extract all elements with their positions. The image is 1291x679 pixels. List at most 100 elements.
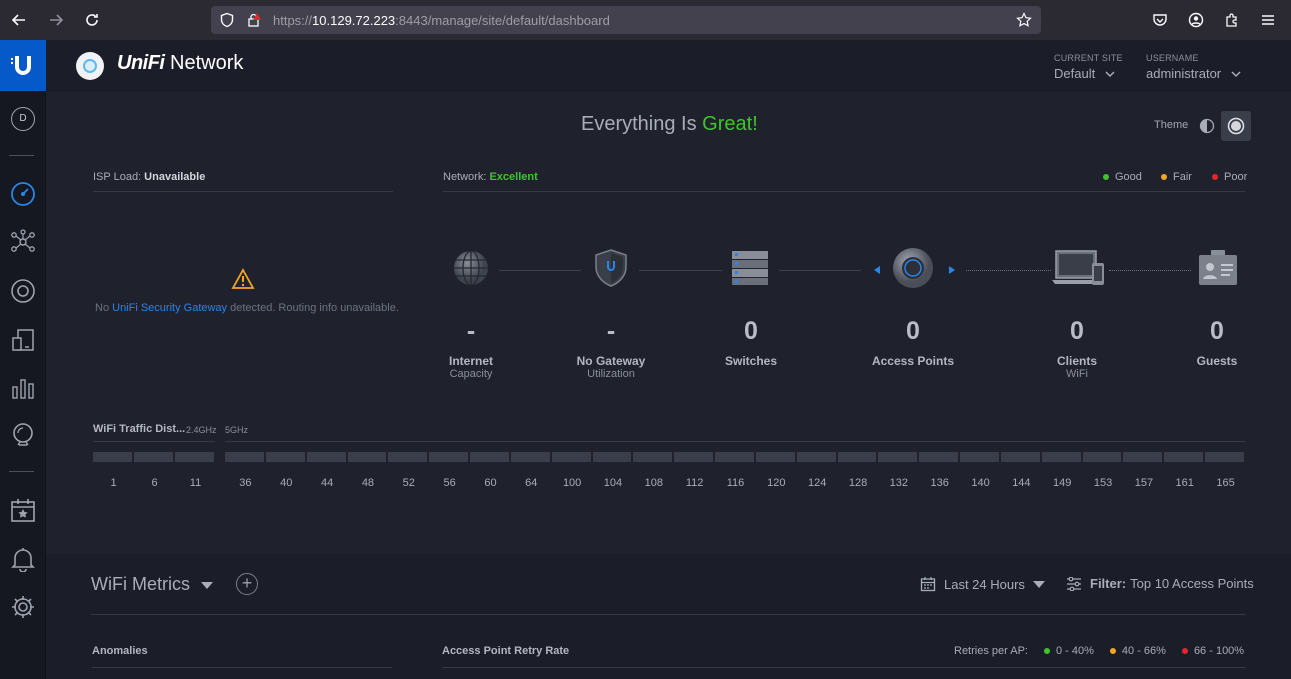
add-metric-button[interactable]: + <box>236 573 258 595</box>
ubiquiti-logo[interactable] <box>0 40 46 91</box>
account-button[interactable] <box>1186 10 1206 30</box>
green-dot-icon <box>1043 648 1050 654</box>
nav-divider <box>9 471 34 472</box>
guests-count: 0 <box>1210 317 1224 345</box>
network-status-label: Network: Excellent <box>443 171 538 183</box>
theme-dark-button[interactable] <box>1221 111 1251 141</box>
nav-clients[interactable] <box>8 325 38 355</box>
address-bar[interactable]: https://10.129.72.223:8443/manage/site/d… <box>211 6 1041 34</box>
nav-statistics[interactable] <box>8 373 38 403</box>
current-site-value: Default <box>1054 66 1096 81</box>
clients-count: 0 <box>1070 317 1084 345</box>
arrow-left-icon <box>874 266 880 274</box>
pocket-icon <box>1153 14 1167 26</box>
channel-bar <box>1205 452 1244 462</box>
filter-selector[interactable]: Filter: Top 10 Access Points <box>1066 576 1254 591</box>
nav-topology[interactable] <box>8 227 38 257</box>
menu-button[interactable] <box>1258 10 1278 30</box>
extensions-button[interactable] <box>1222 10 1242 30</box>
channel-bar <box>175 452 214 462</box>
channel-label: 124 <box>807 477 827 489</box>
nav-settings[interactable] <box>8 592 38 622</box>
topology-icon <box>11 229 35 252</box>
forward-button[interactable] <box>46 10 66 30</box>
channel-label: 136 <box>930 477 949 489</box>
dashboard-gauge-icon <box>11 182 35 206</box>
channel-bar <box>225 452 264 462</box>
gateway-count: - <box>606 317 616 345</box>
channel-bar <box>347 452 387 462</box>
guest-badge-icon[interactable] <box>1196 246 1240 290</box>
red-dot-icon <box>1212 174 1218 180</box>
nav-events[interactable] <box>8 495 38 525</box>
divider <box>91 614 1246 615</box>
lock-warning-icon[interactable] <box>246 12 262 28</box>
channel-bar <box>1000 452 1040 462</box>
time-range-selector[interactable]: Last 24 Hours <box>920 576 1045 592</box>
plus-icon: + <box>241 573 253 593</box>
current-site-selector[interactable]: Default <box>1054 66 1115 81</box>
laptop-phone-icon[interactable] <box>1051 246 1107 290</box>
channel-bar <box>429 452 469 462</box>
channel-bar <box>93 452 132 462</box>
switch-stack-icon[interactable] <box>728 246 772 290</box>
calendar-star-icon <box>11 499 35 522</box>
channel-bar <box>306 452 346 462</box>
warning-icon <box>231 268 255 289</box>
channel-bar <box>1082 452 1122 462</box>
nav-alerts[interactable] <box>8 544 38 574</box>
chevron-down-icon <box>1231 71 1241 78</box>
divider <box>92 667 392 668</box>
gateway-shield-icon[interactable] <box>589 246 633 290</box>
channel-label: 132 <box>889 477 909 489</box>
arrow-left-icon <box>11 14 25 26</box>
pocket-button[interactable] <box>1150 10 1170 30</box>
usg-link[interactable]: UniFi Security Gateway <box>112 302 227 314</box>
nav-devices[interactable] <box>8 276 38 306</box>
orange-dot-icon <box>1161 174 1167 180</box>
channel-bar <box>919 452 959 462</box>
arrow-right-icon <box>949 266 955 274</box>
wifi-metrics-title: WiFi Metrics <box>91 574 190 594</box>
channel-bar <box>674 452 714 462</box>
wifi-metrics-dropdown[interactable]: WiFi Metrics <box>91 574 213 595</box>
reload-button[interactable] <box>82 10 102 30</box>
isp-unavailable-message: No UniFi Security Gateway detected. Rout… <box>95 302 399 314</box>
site-switch-button[interactable]: D <box>8 104 38 134</box>
wireless-link-line <box>966 270 1051 271</box>
user-menu[interactable]: administrator <box>1146 66 1241 81</box>
channel-bar <box>633 452 673 462</box>
ubiquiti-u-icon <box>11 55 31 75</box>
link-line <box>499 270 581 271</box>
retry-legend: Retries per AP: 0 - 40% 40 - 66% 66 - 10… <box>954 645 1244 657</box>
channel-label: 56 <box>443 477 456 489</box>
nav-dashboard[interactable] <box>8 179 38 209</box>
current-site-label: CURRENT SITE <box>1054 53 1123 63</box>
back-button[interactable] <box>9 10 29 30</box>
internet-count: - <box>466 317 476 345</box>
shield-icon[interactable] <box>219 12 235 28</box>
theme-auto-button[interactable] <box>1197 116 1217 136</box>
retries-label: Retries per AP: <box>954 645 1028 657</box>
retry-legend-low: 0 - 40% <box>1055 645 1094 657</box>
filter-sliders-icon <box>1067 576 1081 591</box>
channel-bar <box>1041 452 1081 462</box>
account-icon <box>1188 12 1204 28</box>
unifi-logo-icon <box>76 52 104 80</box>
retry-legend-mid: 40 - 66% <box>1121 645 1166 657</box>
status-title: Everything Is Great! <box>581 113 758 135</box>
channel-bar <box>470 452 509 462</box>
wifi-traffic-title: WiFi Traffic Dist... <box>93 423 186 435</box>
band-5-label: 5GHz <box>225 425 249 435</box>
bookmark-star-icon[interactable] <box>1016 12 1032 28</box>
channel-bar <box>388 452 428 462</box>
channel-bar <box>1123 452 1163 462</box>
browser-toolbar: https://10.129.72.223:8443/manage/site/d… <box>0 0 1291 40</box>
guests-label: Guests <box>1196 354 1238 368</box>
access-point-icon[interactable] <box>891 246 935 290</box>
legend-good: Good <box>1103 171 1142 183</box>
channel-bar <box>796 452 836 462</box>
device-circle-icon <box>11 279 35 303</box>
internet-globe-icon[interactable] <box>449 246 493 290</box>
nav-insights[interactable] <box>8 420 38 450</box>
